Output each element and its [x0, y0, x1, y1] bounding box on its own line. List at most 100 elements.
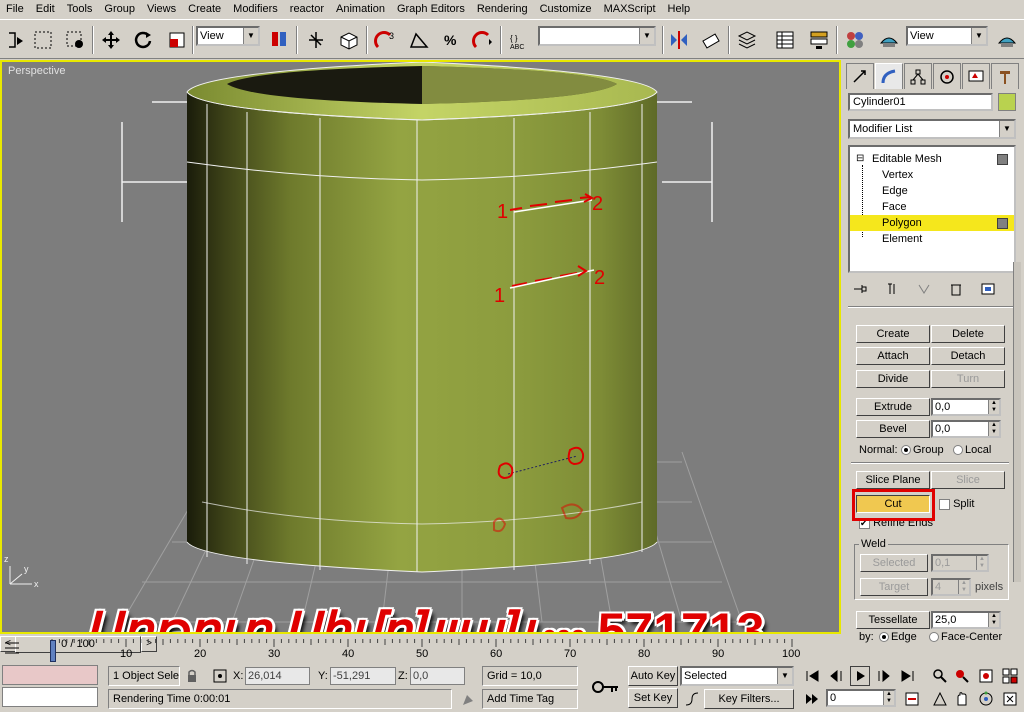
- z-coordinate-field[interactable]: 0,0: [410, 667, 465, 685]
- set-key-button[interactable]: Set Key: [628, 688, 678, 708]
- next-frame-icon[interactable]: [874, 666, 894, 686]
- scale-icon[interactable]: [164, 27, 190, 53]
- undo-icon[interactable]: [3, 27, 29, 53]
- lock-selection-icon[interactable]: [182, 666, 202, 686]
- menu-group[interactable]: Group: [98, 0, 141, 18]
- pin-stack-icon[interactable]: [848, 279, 872, 299]
- motion-tab-icon[interactable]: [933, 63, 961, 89]
- bevel-button[interactable]: Bevel: [856, 420, 930, 438]
- zoom-all-icon[interactable]: [952, 666, 972, 686]
- time-cursor[interactable]: [50, 640, 56, 662]
- arc-rotate-icon[interactable]: [976, 689, 996, 709]
- mirror-icon[interactable]: [666, 27, 692, 53]
- named-selection-icon[interactable]: { } ABC: [506, 27, 532, 53]
- auto-key-button[interactable]: Auto Key: [628, 666, 678, 686]
- tessellate-button[interactable]: Tessellate: [856, 611, 930, 629]
- by-edge-radio[interactable]: Edge: [877, 631, 917, 643]
- select-manipulate-icon[interactable]: [303, 27, 329, 53]
- hierarchy-tab-icon[interactable]: [904, 63, 932, 89]
- modify-tab-icon[interactable]: [875, 63, 903, 89]
- extrude-button[interactable]: Extrude: [856, 398, 930, 416]
- menu-file[interactable]: File: [0, 0, 30, 18]
- bevel-spinner[interactable]: 0,0 ▲ ▼: [931, 420, 1001, 438]
- add-time-tag-button[interactable]: Add Time Tag: [482, 689, 578, 709]
- by-face-center-radio[interactable]: Face-Center: [927, 631, 1002, 643]
- weld-pixels-spinner[interactable]: 4 ▲ ▼: [931, 578, 971, 596]
- split-checkbox[interactable]: Split: [939, 498, 974, 510]
- move-icon[interactable]: [98, 27, 124, 53]
- stack-item-vertex[interactable]: Vertex: [850, 167, 1014, 183]
- goto-start-icon[interactable]: [802, 666, 822, 686]
- quick-render-icon[interactable]: [994, 27, 1020, 53]
- menu-customize[interactable]: Customize: [534, 0, 598, 18]
- weld-selected-button[interactable]: Selected: [860, 554, 928, 572]
- extrude-spinner[interactable]: 0,0 ▲ ▼: [931, 398, 1001, 416]
- perspective-viewport[interactable]: Perspective 1 2 1 2 z x y Արթուր Սիմոնյա…: [0, 60, 841, 634]
- rotate-icon[interactable]: [130, 27, 156, 53]
- default-tangent-icon[interactable]: [682, 689, 702, 709]
- time-configuration-icon[interactable]: [902, 689, 922, 709]
- menu-views[interactable]: Views: [141, 0, 182, 18]
- stack-item-editable-mesh[interactable]: ⊟ Editable Mesh: [850, 151, 1014, 167]
- maxscript-output[interactable]: [2, 687, 98, 707]
- previous-frame-icon[interactable]: [826, 666, 846, 686]
- material-editor-icon[interactable]: [842, 27, 868, 53]
- render-scene-icon[interactable]: [876, 27, 902, 53]
- set-key-icon[interactable]: [588, 671, 624, 703]
- attach-button[interactable]: Attach: [856, 347, 930, 365]
- percent-snap-icon[interactable]: %: [438, 27, 464, 53]
- configure-modifier-sets-icon[interactable]: [976, 279, 1000, 299]
- object-color-swatch[interactable]: [998, 93, 1016, 111]
- collapse-icon[interactable]: ⊟: [856, 151, 864, 167]
- normal-local-radio[interactable]: Local: [951, 444, 991, 456]
- menu-help[interactable]: Help: [662, 0, 697, 18]
- delete-button[interactable]: Delete: [931, 325, 1005, 343]
- x-coordinate-field[interactable]: 26,014: [245, 667, 310, 685]
- play-icon[interactable]: [850, 666, 870, 686]
- utilities-tab-icon[interactable]: [991, 63, 1019, 89]
- curve-editor-icon[interactable]: [772, 27, 798, 53]
- menu-rendering[interactable]: Rendering: [471, 0, 534, 18]
- remove-modifier-icon[interactable]: [944, 279, 968, 299]
- maximize-viewport-icon[interactable]: [1000, 689, 1020, 709]
- normal-group-radio[interactable]: Group: [899, 444, 944, 456]
- slice-plane-button[interactable]: Slice Plane: [856, 471, 930, 489]
- time-tag-icon[interactable]: [458, 690, 478, 710]
- select-region-icon[interactable]: [30, 27, 56, 53]
- maxscript-listener-input[interactable]: [2, 665, 98, 685]
- menu-reactor[interactable]: reactor: [284, 0, 330, 18]
- named-selection-dropdown[interactable]: ▼: [538, 26, 656, 46]
- weld-threshold-spinner[interactable]: 0,1 ▲ ▼: [931, 554, 989, 572]
- menu-maxscript[interactable]: MAXScript: [598, 0, 662, 18]
- menu-edit[interactable]: Edit: [30, 0, 61, 18]
- stack-item-face[interactable]: Face: [850, 199, 1014, 215]
- angle-snap-icon[interactable]: [406, 27, 432, 53]
- zoom-extents-all-icon[interactable]: [1000, 666, 1020, 686]
- spinner-snap-icon[interactable]: [470, 27, 496, 53]
- absolute-mode-icon[interactable]: [210, 666, 230, 686]
- turn-button[interactable]: Turn: [931, 370, 1005, 388]
- zoom-icon[interactable]: [930, 666, 950, 686]
- cylinder-mesh[interactable]: [187, 62, 657, 572]
- key-filters-button[interactable]: Key Filters...: [704, 689, 794, 709]
- modifier-list-dropdown[interactable]: Modifier List ▼: [848, 119, 1016, 139]
- divide-button[interactable]: Divide: [856, 370, 930, 388]
- slice-button[interactable]: Slice: [931, 471, 1005, 489]
- menu-tools[interactable]: Tools: [61, 0, 99, 18]
- track-bar-ruler[interactable]: 0 10 20 30 40 50 60 70 80 90 100: [0, 636, 841, 664]
- schematic-view-icon[interactable]: [806, 27, 832, 53]
- weld-target-button[interactable]: Target: [860, 578, 928, 596]
- stack-item-element[interactable]: Element: [850, 231, 1014, 247]
- layer-manager-icon[interactable]: [734, 27, 760, 53]
- create-tab-icon[interactable]: [846, 63, 874, 89]
- stack-item-edge[interactable]: Edge: [850, 183, 1014, 199]
- menu-modifiers[interactable]: Modifiers: [227, 0, 284, 18]
- pan-icon[interactable]: [952, 689, 972, 709]
- object-name-field[interactable]: Cylinder01: [848, 93, 993, 111]
- menu-animation[interactable]: Animation: [330, 0, 391, 18]
- field-of-view-icon[interactable]: [930, 689, 950, 709]
- menu-create[interactable]: Create: [182, 0, 227, 18]
- stack-item-polygon[interactable]: Polygon: [850, 215, 1014, 231]
- key-mode-dropdown[interactable]: Selected ▼: [680, 666, 794, 686]
- key-mode-toggle-icon[interactable]: [802, 689, 822, 709]
